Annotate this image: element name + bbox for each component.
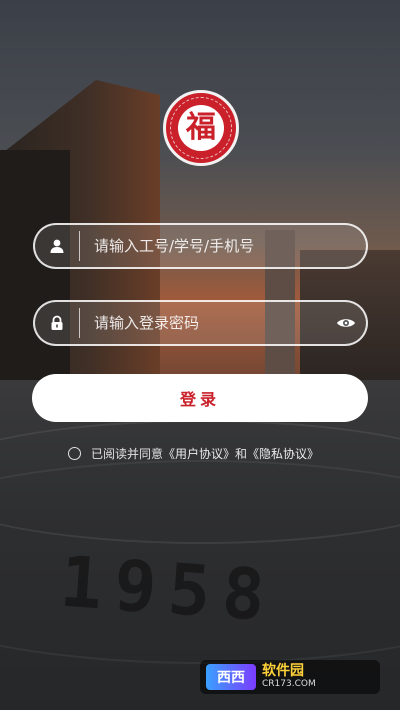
watermark-url: CR173.COM	[262, 678, 316, 689]
agreement-conjunction: 和	[235, 447, 248, 461]
user-agreement-link[interactable]: 《用户协议》	[163, 445, 235, 462]
password-field[interactable]	[33, 300, 368, 346]
agreement-prefix: 已阅读并同意	[91, 447, 164, 461]
watermark-text: 软件园 CR173.COM	[262, 663, 316, 689]
watermark-title: 软件园	[262, 663, 304, 680]
site-watermark: 西西 软件园 CR173.COM	[200, 660, 380, 694]
agreement-row: 已阅读并同意 《用户协议》 和 《隐私协议》	[68, 445, 319, 462]
account-field[interactable]	[33, 223, 368, 269]
carved-year: 1958	[57, 540, 280, 638]
watermark-logo: 西西	[206, 664, 256, 690]
radio-unchecked-icon[interactable]	[68, 447, 81, 460]
logo-ring	[170, 97, 232, 159]
eye-icon[interactable]	[326, 302, 366, 344]
login-button[interactable]: 登录	[32, 374, 368, 422]
account-input[interactable]	[80, 225, 366, 267]
university-logo: 福	[163, 90, 239, 166]
user-icon	[35, 225, 79, 267]
privacy-policy-link[interactable]: 《隐私协议》	[247, 445, 319, 462]
lock-icon	[35, 302, 79, 344]
password-input[interactable]	[80, 302, 326, 344]
